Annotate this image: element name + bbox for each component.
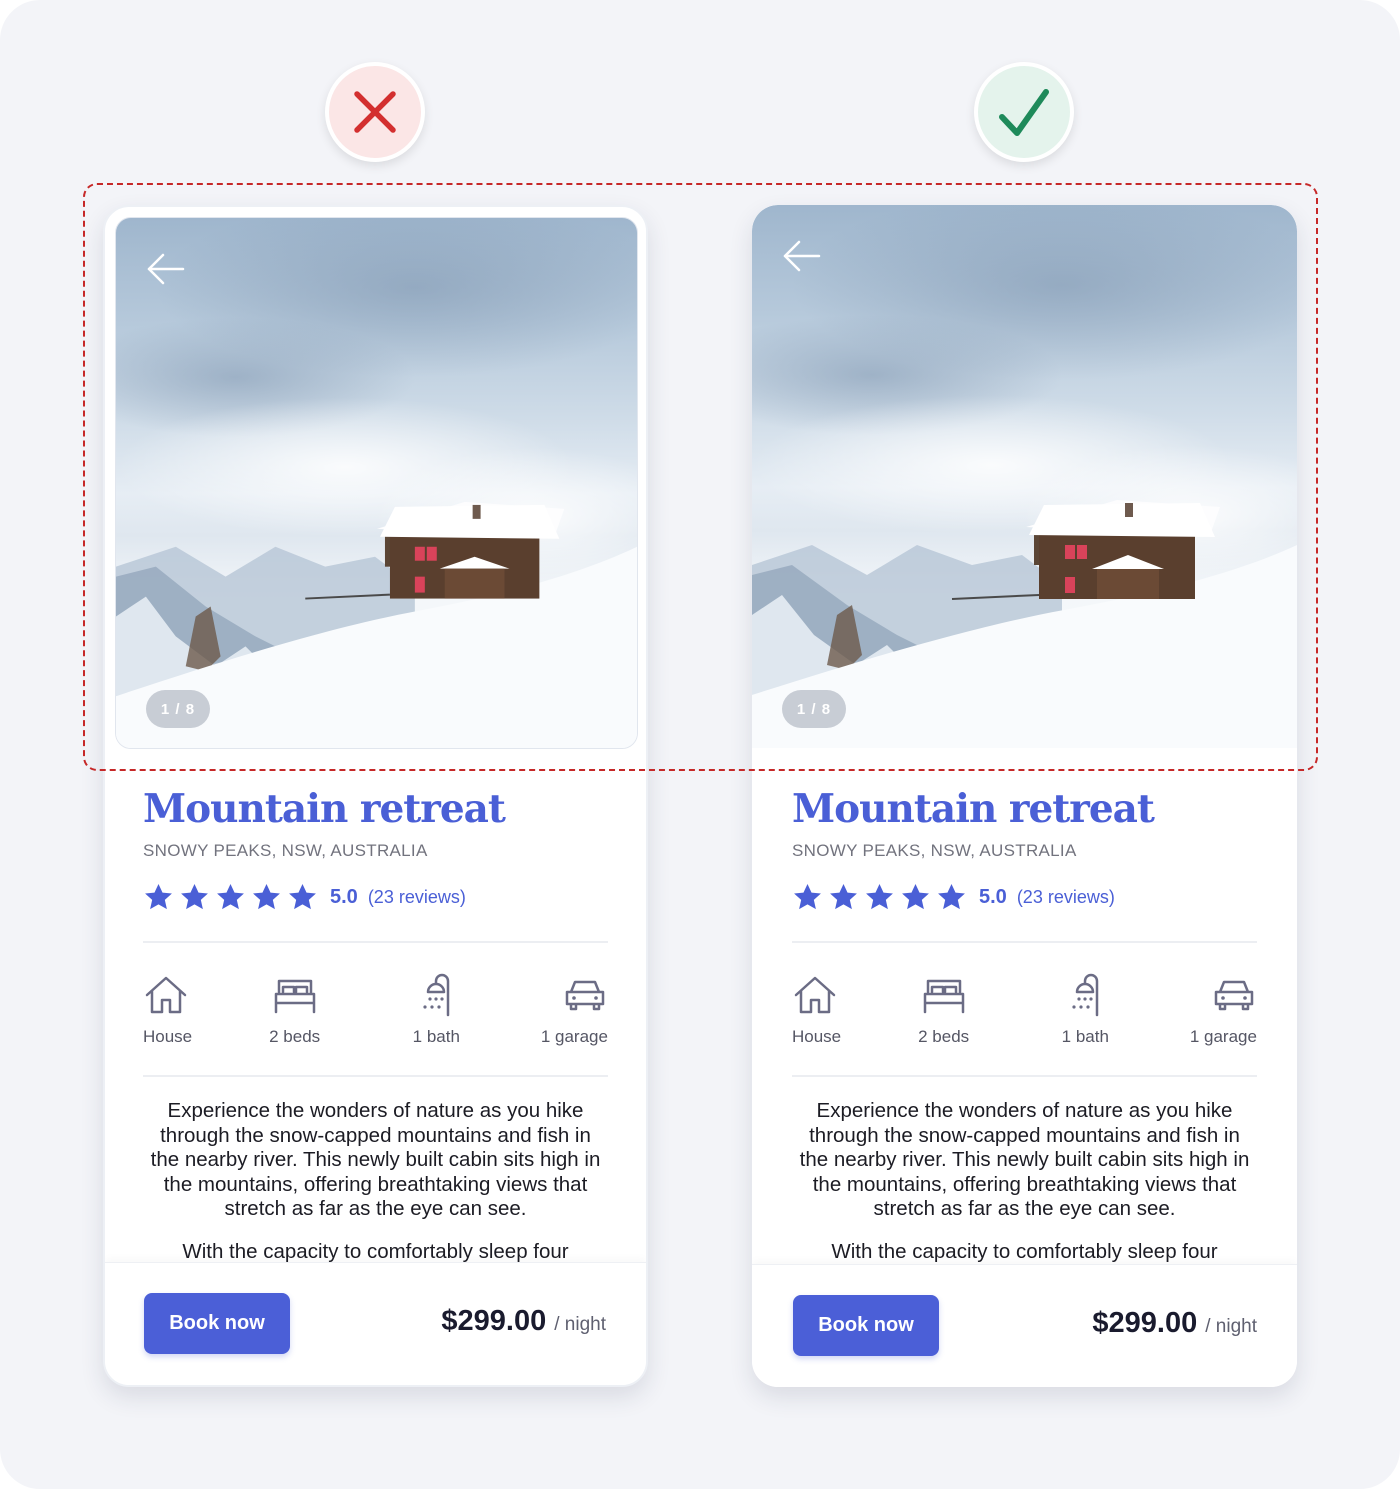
listing-details: Mountain retreat SNOWY PEAKS, NSW, AUSTR… [792,785,1257,1282]
arrow-left-icon [783,240,821,272]
feature-label: House [792,1027,842,1046]
rating-value: 5.0 [979,885,1007,908]
feature-beds: 2 beds [245,973,345,1053]
feature-label: 1 garage [540,1027,608,1046]
star-icon [253,883,280,909]
listing-card-correct: 1 / 8 Mountain retreat SNOWY PEAKS, NSW,… [752,205,1297,1387]
comparison-canvas: 1 / 8 Mountain retreat SNOWY PEAKS, NSW,… [0,0,1400,1489]
shower-icon [423,973,450,1017]
price-display: $299.00 / night [441,1305,606,1338]
description-paragraph: Experience the wonders of nature as you … [150,1099,601,1220]
feature-bath: 1 bath [386,973,486,1053]
bed-icon [274,979,315,1014]
star-icon [145,883,172,909]
star-icon [938,883,965,909]
hero-image[interactable]: 1 / 8 [752,205,1297,748]
price-unit: / night [554,1314,606,1335]
star-icon [181,883,208,909]
hero-image[interactable]: 1 / 8 [115,217,638,749]
listing-location: SNOWY PEAKS, NSW, AUSTRALIA [792,841,1077,860]
feature-list: House 2 beds 1 bath 1 garage [792,973,1257,1053]
book-now-button[interactable]: Book now [144,1293,290,1354]
divider [792,941,1257,943]
divider [792,1075,1257,1077]
booking-footer: Book now $299.00 / night [752,1264,1297,1387]
rating-row: 5.0 (23 reviews) [143,881,608,913]
feature-label: 1 garage [1189,1027,1257,1046]
star-icon [794,883,821,909]
description-paragraph: Experience the wonders of nature as you … [799,1099,1250,1220]
house-icon [794,976,836,1014]
back-button[interactable] [782,240,822,272]
price-unit: / night [1205,1316,1257,1337]
feature-garage: 1 garage [528,973,608,1053]
review-count-link[interactable]: (23 reviews) [368,887,466,908]
star-icon [902,883,929,909]
shower-icon [1072,973,1099,1017]
check-icon [999,89,1049,136]
feature-garage: 1 garage [1177,973,1257,1053]
star-rating [792,882,967,913]
feature-bath: 1 bath [1035,973,1135,1053]
listing-location: SNOWY PEAKS, NSW, AUSTRALIA [143,841,428,860]
incorrect-badge [325,62,425,162]
star-icon [830,883,857,909]
price-amount: $299.00 [1092,1307,1198,1339]
snowy-cabin-photo [752,205,1297,748]
listing-details: Mountain retreat SNOWY PEAKS, NSW, AUSTR… [143,785,608,1282]
star-rating [143,882,318,913]
feature-label: 1 bath [412,1027,460,1046]
book-now-button[interactable]: Book now [793,1295,939,1356]
star-icon [866,883,893,909]
star-icon [217,883,244,909]
listing-title: Mountain retreat [792,786,1155,832]
feature-label: 2 beds [269,1027,321,1046]
divider [143,941,608,943]
feature-property-type: House [143,973,203,1053]
back-button[interactable] [146,253,186,285]
image-counter: 1 / 8 [146,690,210,728]
snowy-cabin-photo [116,218,637,748]
star-icon [289,883,316,909]
cross-icon [354,91,396,133]
description-paragraph: With the capacity to comfortably sleep f… [182,1239,569,1263]
car-icon [1214,980,1254,1011]
feature-property-type: House [792,973,852,1053]
listing-title: Mountain retreat [143,786,506,832]
car-icon [565,980,605,1011]
feature-list: House 2 beds 1 bath 1 garage [143,973,608,1053]
price-display: $299.00 / night [1092,1307,1257,1340]
feature-label: 2 beds [918,1027,970,1046]
feature-beds: 2 beds [894,973,994,1053]
arrow-left-icon [147,253,185,285]
review-count-link[interactable]: (23 reviews) [1017,887,1115,908]
listing-card-incorrect: 1 / 8 Mountain retreat SNOWY PEAKS, NSW,… [103,205,648,1387]
image-counter: 1 / 8 [782,690,846,728]
house-icon [145,976,187,1014]
rating-value: 5.0 [330,885,358,908]
listing-description: Experience the wonders of nature as you … [143,1099,608,1264]
divider [143,1075,608,1077]
description-paragraph: With the capacity to comfortably sleep f… [831,1239,1218,1263]
listing-description: Experience the wonders of nature as you … [792,1099,1257,1264]
rating-row: 5.0 (23 reviews) [792,881,1257,913]
bed-icon [923,979,964,1014]
booking-footer: Book now $299.00 / night [105,1262,646,1385]
feature-label: House [143,1027,193,1046]
correct-badge [974,62,1074,162]
feature-label: 1 bath [1061,1027,1109,1046]
price-amount: $299.00 [441,1305,547,1337]
